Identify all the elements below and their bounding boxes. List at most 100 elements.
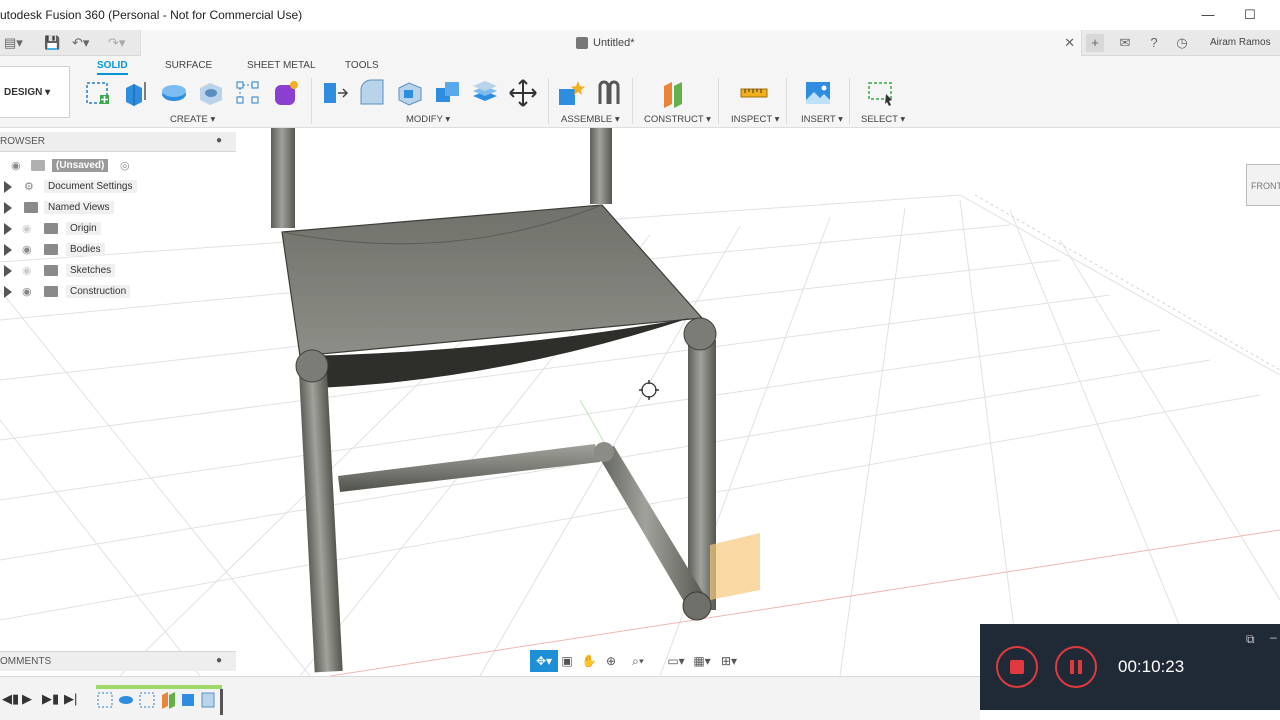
- step-forward-icon[interactable]: ▶▮: [42, 691, 59, 707]
- browser-item-bodies[interactable]: ◉ Bodies: [0, 241, 236, 259]
- pause-recording-button[interactable]: [1055, 646, 1097, 688]
- expand-icon[interactable]: [4, 223, 12, 235]
- workspace-switcher[interactable]: DESIGN ▾: [0, 66, 70, 118]
- chair-bend-left: [295, 349, 329, 383]
- undo-icon[interactable]: ↶▾: [72, 34, 89, 52]
- browser-item-sketches[interactable]: ◉ Sketches: [0, 262, 236, 280]
- workspace-label: DESIGN: [4, 87, 43, 98]
- create-form-icon[interactable]: [271, 78, 301, 108]
- go-to-end-icon[interactable]: ▶|: [64, 691, 77, 707]
- file-menu-icon[interactable]: ▤▾: [4, 34, 23, 52]
- new-tab-icon[interactable]: +: [1086, 34, 1104, 52]
- redo-icon[interactable]: ↷▾: [108, 34, 125, 52]
- fit-zoom-icon[interactable]: ⌕▾: [624, 650, 652, 672]
- revolve-icon[interactable]: [159, 78, 189, 108]
- fillet-icon[interactable]: [357, 78, 387, 108]
- tab-solid[interactable]: SOLID: [97, 60, 128, 75]
- insert-image-icon[interactable]: [803, 78, 833, 108]
- folder-icon: [44, 265, 58, 276]
- browser-panel: ROWSER ● ◉ (Unsaved) ◎ ⚙ Document Settin…: [0, 132, 236, 302]
- viewports-icon[interactable]: ⊞▾: [715, 650, 743, 672]
- save-icon[interactable]: 💾: [44, 34, 60, 52]
- create-sketch-icon[interactable]: [84, 78, 114, 108]
- assemble-label: ASSEMBLE: [561, 114, 613, 125]
- user-account[interactable]: Airam Ramos: [1210, 37, 1271, 48]
- zoom-icon[interactable]: ⊕: [600, 650, 622, 672]
- divider: [718, 78, 719, 124]
- visibility-eye-icon[interactable]: ◉: [22, 223, 36, 235]
- browser-header[interactable]: ROWSER ●: [0, 132, 236, 152]
- minimize-icon[interactable]: —: [1198, 5, 1218, 25]
- chair-crossbar: [338, 444, 600, 492]
- collapse-browser-icon[interactable]: ●: [216, 135, 222, 146]
- create-menu[interactable]: CREATE ▾: [170, 114, 215, 125]
- expand-icon[interactable]: [4, 244, 12, 256]
- offset-plane-icon[interactable]: [660, 78, 690, 108]
- new-component-icon[interactable]: [556, 78, 586, 108]
- insert-menu[interactable]: INSERT ▾: [801, 114, 843, 125]
- divider: [311, 78, 312, 124]
- browser-item-label: Sketches: [66, 264, 116, 277]
- visibility-eye-icon[interactable]: ◉: [22, 286, 36, 298]
- shell-icon[interactable]: [395, 78, 425, 108]
- play-icon[interactable]: ▶: [22, 691, 32, 707]
- browser-item-origin[interactable]: ◉ Origin: [0, 220, 236, 238]
- modify-menu[interactable]: MODIFY ▾: [406, 114, 450, 125]
- maximize-icon[interactable]: ☐: [1240, 5, 1260, 25]
- view-cube-front-face[interactable]: FRONT: [1246, 164, 1280, 206]
- expand-icon[interactable]: [4, 202, 12, 214]
- chair-bend-right: [683, 317, 717, 351]
- timeline-features[interactable]: [96, 689, 226, 715]
- tab-surface[interactable]: SURFACE: [165, 60, 212, 71]
- job-status-icon[interactable]: ◷: [1173, 34, 1191, 52]
- chair-foot-right: [682, 591, 712, 621]
- select-window-icon[interactable]: [866, 78, 896, 108]
- grid-settings-icon[interactable]: ▦▾: [688, 650, 716, 672]
- visibility-eye-icon[interactable]: ◉: [22, 244, 36, 256]
- visibility-eye-icon[interactable]: ◉: [11, 160, 25, 172]
- orbit-icon[interactable]: ✥▾: [530, 650, 558, 672]
- pause-icon: [1078, 660, 1082, 674]
- measure-icon[interactable]: [739, 78, 769, 108]
- view-cube[interactable]: FRONT: [1240, 150, 1280, 208]
- activate-radio-icon[interactable]: ◎: [120, 160, 134, 172]
- stop-recording-button[interactable]: [996, 646, 1038, 688]
- browser-root-node[interactable]: ◉ (Unsaved) ◎: [0, 157, 236, 175]
- help-icon[interactable]: ?: [1145, 34, 1163, 52]
- combine-icon[interactable]: [433, 78, 463, 108]
- construct-menu[interactable]: CONSTRUCT ▾: [644, 114, 711, 125]
- move-icon[interactable]: [508, 78, 538, 108]
- extrude-icon[interactable]: [121, 78, 151, 108]
- press-pull-icon[interactable]: [320, 78, 350, 108]
- comments-panel[interactable]: OMMENTS ●: [0, 651, 236, 671]
- display-settings-icon[interactable]: ▭▾: [662, 650, 690, 672]
- visibility-eye-icon[interactable]: ◉: [22, 265, 36, 277]
- go-to-start-icon[interactable]: ◀▮: [2, 691, 19, 707]
- look-at-icon[interactable]: ▣: [556, 650, 578, 672]
- chair-runner-bend: [594, 442, 614, 462]
- add-comment-icon[interactable]: ●: [216, 655, 222, 666]
- browser-item-document-settings[interactable]: ⚙ Document Settings: [0, 178, 236, 196]
- origin-plane: [710, 533, 760, 600]
- offset-face-icon[interactable]: [470, 78, 500, 108]
- rectangular-pattern-icon[interactable]: [233, 78, 263, 108]
- expand-icon[interactable]: [4, 181, 12, 193]
- pan-hand-icon[interactable]: ✋: [578, 650, 600, 672]
- popout-icon[interactable]: ⧉: [1246, 632, 1255, 647]
- inspect-menu[interactable]: INSPECT ▾: [731, 114, 779, 125]
- notifications-icon[interactable]: ✉: [1116, 34, 1134, 52]
- assemble-menu[interactable]: ASSEMBLE ▾: [561, 114, 620, 125]
- select-menu[interactable]: SELECT ▾: [861, 114, 905, 125]
- browser-item-named-views[interactable]: Named Views: [0, 199, 236, 217]
- browser-item-label: Named Views: [44, 201, 114, 214]
- document-tab[interactable]: Untitled* ✕: [140, 30, 1082, 56]
- minimize-recorder-icon[interactable]: –: [1270, 630, 1277, 644]
- tab-sheet-metal[interactable]: SHEET METAL: [247, 60, 316, 71]
- hole-icon[interactable]: [196, 78, 226, 108]
- browser-item-construction[interactable]: ◉ Construction: [0, 283, 236, 301]
- joint-icon[interactable]: [594, 78, 624, 108]
- tab-tools[interactable]: TOOLS: [345, 60, 379, 71]
- expand-icon[interactable]: [4, 286, 12, 298]
- close-tab-icon[interactable]: ✕: [1064, 35, 1075, 51]
- expand-icon[interactable]: [4, 265, 12, 277]
